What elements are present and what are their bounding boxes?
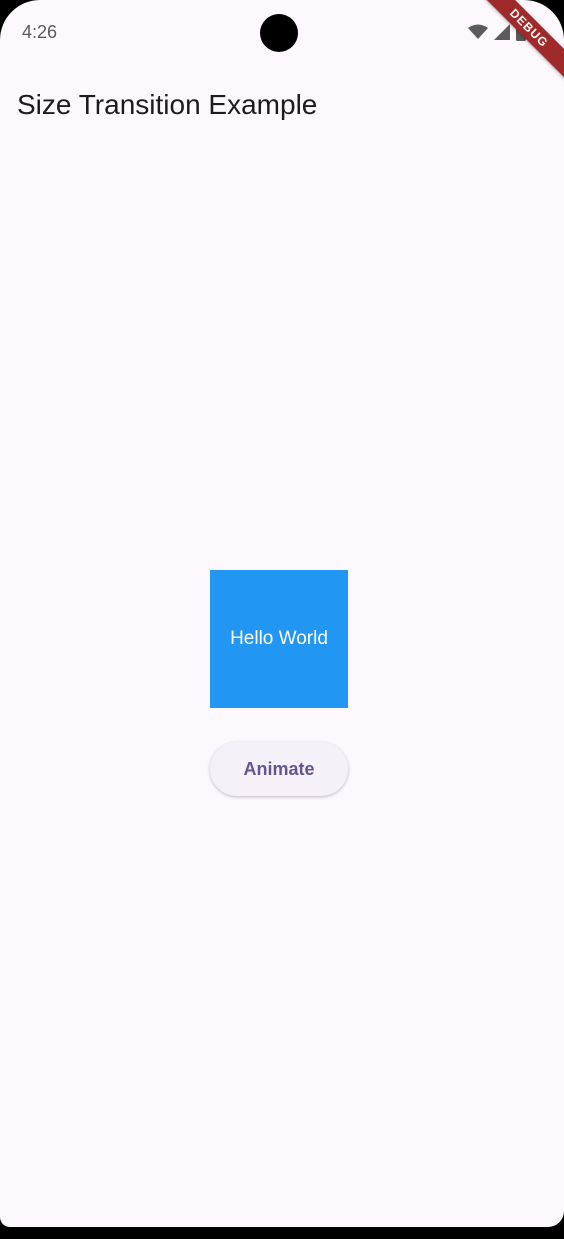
app-bar: Size Transition Example — [0, 66, 564, 146]
status-time: 4:26 — [22, 22, 58, 42]
animate-button-label: Animate — [243, 758, 315, 779]
size-transition-box: Hello World — [210, 570, 348, 708]
device-frame: 4:26 DEBUG Size Transition Example Hello… — [0, 0, 564, 1227]
page-title: Size Transition Example — [17, 89, 318, 120]
signal-icon — [494, 24, 510, 40]
app-screen: 4:26 DEBUG Size Transition Example Hello… — [0, 0, 564, 1227]
wifi-icon — [468, 24, 488, 40]
animate-button[interactable]: Animate — [210, 742, 348, 796]
status-bar: 4:26 DEBUG — [0, 0, 564, 82]
hello-world-text: Hello World — [230, 628, 328, 649]
camera-cutout — [260, 14, 298, 52]
